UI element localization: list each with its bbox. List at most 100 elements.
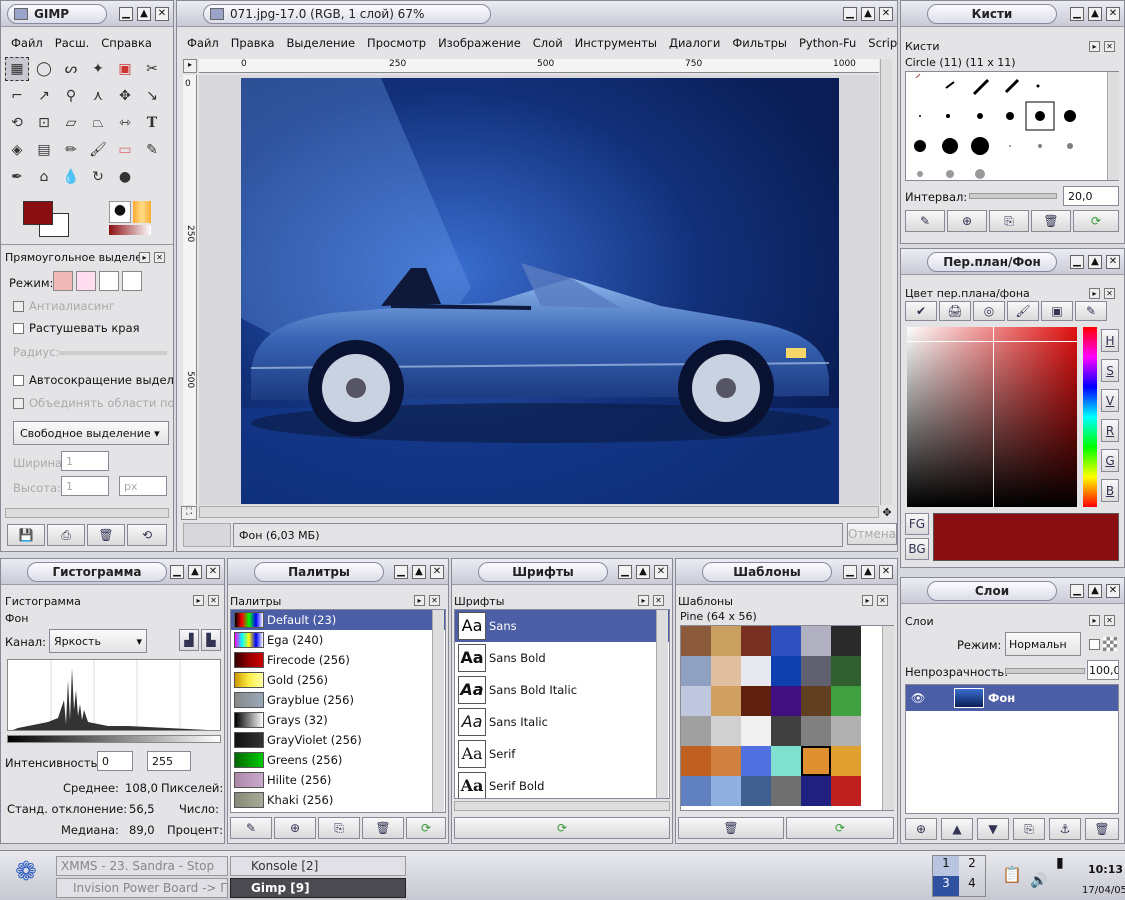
- list-item[interactable]: Default (23): [231, 610, 445, 630]
- brush-indicator[interactable]: ●: [109, 201, 131, 223]
- new-layer-button[interactable]: ⊕: [905, 818, 937, 840]
- list-item[interactable]: Aa Serif Bold: [455, 770, 669, 798]
- new-palette-button[interactable]: ⊕: [274, 817, 316, 839]
- fg-color-swatch-top[interactable]: [23, 201, 53, 225]
- taskbar-item-xmms[interactable]: XMMS - 23. Sandra - Stop: [56, 856, 228, 876]
- menu-help[interactable]: Справка: [95, 36, 158, 50]
- log-scale-button[interactable]: ▙: [201, 629, 221, 651]
- fg-button[interactable]: FG: [905, 513, 929, 535]
- menu-script-fu[interactable]: Script-Fu: [862, 36, 897, 50]
- new-brush-button[interactable]: ⊕: [947, 210, 987, 232]
- scissors-tool[interactable]: ✂: [140, 57, 164, 81]
- color-sv-field[interactable]: [907, 327, 1077, 507]
- start-menu-icon[interactable]: ❁: [6, 857, 46, 895]
- rect-select-tool[interactable]: ▦: [5, 57, 29, 81]
- dock-close-button[interactable]: ✕: [154, 252, 165, 263]
- maximize-button[interactable]: ▲: [861, 7, 875, 21]
- delete-layer-button[interactable]: 🗑: [1085, 818, 1119, 840]
- raise-layer-button[interactable]: ▲: [941, 818, 973, 840]
- airbrush-tool[interactable]: ✎: [140, 138, 164, 162]
- interval-slider[interactable]: [969, 193, 1057, 199]
- list-item[interactable]: Firecode (256): [231, 650, 445, 670]
- clone-tool[interactable]: ⌂: [32, 165, 56, 189]
- opacity-slider[interactable]: [1005, 668, 1085, 674]
- pattern-indicator[interactable]: [133, 201, 151, 223]
- color-picker-tool[interactable]: ↗: [32, 84, 56, 108]
- close-button[interactable]: ✕: [155, 7, 169, 21]
- refresh-fonts-button[interactable]: ⟳: [454, 817, 670, 839]
- refresh-palettes-button[interactable]: ⟳: [406, 817, 446, 839]
- restore-options-button[interactable]: ⎙: [47, 524, 85, 546]
- pattern-vscroll[interactable]: [882, 626, 894, 810]
- mode-subtract-button[interactable]: [99, 271, 119, 291]
- pencil-tool[interactable]: ✏: [59, 138, 83, 162]
- dock-menu-button[interactable]: ▸: [862, 595, 873, 606]
- gradient-indicator[interactable]: [109, 225, 151, 235]
- dock-close-button[interactable]: ✕: [1104, 41, 1115, 52]
- font-hscroll[interactable]: [454, 801, 670, 811]
- taskbar-item-konsole[interactable]: Konsole [2]: [230, 856, 406, 876]
- menu-python-fu[interactable]: Python-Fu: [793, 36, 862, 50]
- maximize-button[interactable]: ▲: [636, 565, 650, 579]
- eraser-tool[interactable]: ▭: [113, 138, 137, 162]
- dodge-burn-tool[interactable]: ●: [113, 165, 137, 189]
- blur-tool[interactable]: 💧: [59, 165, 83, 189]
- radius-slider[interactable]: [59, 351, 167, 355]
- dock-menu-button[interactable]: ▸: [638, 595, 649, 606]
- brush-vscroll[interactable]: [1107, 72, 1119, 180]
- intensity-from-input[interactable]: 0: [97, 751, 133, 771]
- hscroll[interactable]: [5, 508, 169, 518]
- cancel-button[interactable]: Отмена: [847, 523, 897, 545]
- list-item[interactable]: Aa Sans Italic: [455, 706, 669, 738]
- hue-strip[interactable]: [1083, 327, 1097, 507]
- minimize-button[interactable]: ▁: [394, 565, 408, 579]
- move-tool[interactable]: ✥: [113, 84, 137, 108]
- duplicate-layer-button[interactable]: ⎘: [1013, 818, 1045, 840]
- list-item[interactable]: GrayViolet (256): [231, 730, 445, 750]
- image-hscroll[interactable]: [199, 506, 879, 518]
- list-item[interactable]: Hilite (256): [231, 770, 445, 790]
- maximize-button[interactable]: ▲: [1088, 584, 1102, 598]
- eye-icon[interactable]: 👁: [906, 691, 930, 705]
- image-vscroll[interactable]: [880, 59, 892, 505]
- bg-button[interactable]: BG: [905, 538, 929, 560]
- image-titlebar[interactable]: 071.jpg-17.0 (RGB, 1 слой) 67% ▁ ▲ ✕: [177, 1, 897, 27]
- layers-titlebar[interactable]: Слои ▁ ▲ ✕: [901, 578, 1124, 604]
- ellipse-select-tool[interactable]: ◯: [32, 57, 56, 81]
- delete-pattern-button[interactable]: 🗑: [678, 817, 784, 839]
- bucket-fill-tool[interactable]: ◈: [5, 138, 29, 162]
- feather-checkbox[interactable]: [13, 323, 24, 334]
- menu-view[interactable]: Просмотр: [361, 36, 432, 50]
- ruler-corner-button[interactable]: ▸: [183, 59, 197, 73]
- eyedropper-button[interactable]: ✎: [1075, 301, 1107, 321]
- delete-options-button[interactable]: 🗑: [87, 524, 125, 546]
- clock-time[interactable]: 10:13: [1088, 863, 1123, 876]
- taskbar-item-browser[interactable]: Invision Power Board -> П: [56, 878, 228, 898]
- maximize-button[interactable]: ▲: [412, 565, 426, 579]
- layer-mode-dropdown[interactable]: Нормальн: [1005, 632, 1081, 656]
- close-button[interactable]: ✕: [654, 565, 668, 579]
- color-select-tool[interactable]: ▣: [113, 57, 137, 81]
- horizontal-ruler[interactable]: 0 250 500 750 1000: [199, 59, 879, 73]
- font-vscroll[interactable]: [656, 610, 668, 798]
- minimize-button[interactable]: ▁: [170, 565, 184, 579]
- menu-filters[interactable]: Фильтры: [726, 36, 793, 50]
- keep-transparency-checkbox[interactable]: [1089, 639, 1100, 650]
- width-input[interactable]: 1: [61, 451, 109, 471]
- duplicate-palette-button[interactable]: ⎘: [318, 817, 360, 839]
- car-photo[interactable]: [241, 78, 839, 504]
- layer-row[interactable]: 👁 Фон: [906, 685, 1118, 711]
- merge-checkbox[interactable]: [13, 398, 24, 409]
- clipboard-icon[interactable]: 📋: [1002, 865, 1022, 884]
- maximize-button[interactable]: ▲: [861, 565, 875, 579]
- dock-close-button[interactable]: ✕: [208, 595, 219, 606]
- desktop-4[interactable]: 4: [959, 876, 985, 896]
- refresh-patterns-button[interactable]: ⟳: [786, 817, 894, 839]
- fonts-titlebar[interactable]: Шрифты ▁ ▲ ✕: [452, 559, 672, 585]
- phone-icon[interactable]: ▮: [1056, 855, 1064, 871]
- list-item[interactable]: Gold (256): [231, 670, 445, 690]
- zoom-button[interactable]: ⛶: [181, 506, 197, 520]
- crop-tool[interactable]: ↘: [140, 84, 164, 108]
- unit-select[interactable]: px: [119, 476, 167, 496]
- fuzzy-select-tool[interactable]: ✦: [86, 57, 110, 81]
